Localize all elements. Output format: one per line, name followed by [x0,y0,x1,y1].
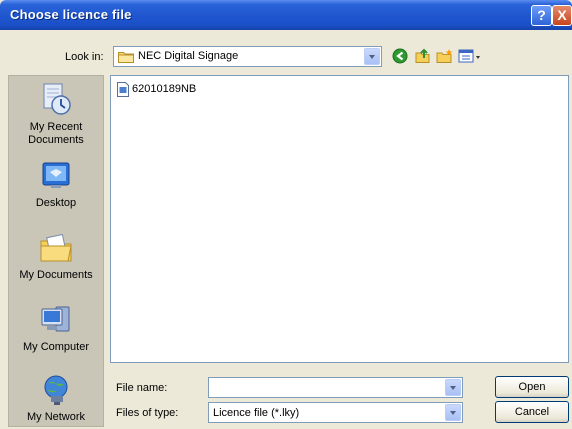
file-name-input[interactable] [208,377,463,398]
chevron-down-icon[interactable] [364,48,380,65]
view-menu-icon[interactable] [458,48,482,67]
place-label: My Documents [19,269,93,281]
files-of-type-label: Files of type: [116,407,179,419]
place-desktop[interactable]: Desktop [9,160,103,210]
desktop-icon [9,160,103,195]
folder-icon [118,51,134,66]
place-label: Desktop [35,197,77,209]
file-name: 62010189NB [132,83,197,95]
recent-documents-icon [9,82,103,119]
place-my-network[interactable]: My Network [9,374,103,424]
chevron-down-icon[interactable] [445,379,461,396]
document-icon [117,82,129,100]
file-list[interactable]: 62010189NB [110,75,569,363]
my-computer-icon [9,304,103,339]
new-folder-icon[interactable] [436,48,454,67]
my-network-icon [9,374,103,409]
back-icon[interactable] [392,48,408,67]
close-button[interactable]: X [552,5,572,26]
look-in-dropdown[interactable]: NEC Digital Signage [113,46,382,67]
up-folder-icon[interactable] [414,48,432,67]
place-label: My Recent Documents [28,121,84,146]
chevron-down-icon[interactable] [445,404,461,421]
window-title: Choose licence file [10,7,132,22]
cancel-button[interactable]: Cancel [495,401,569,423]
place-my-computer[interactable]: My Computer [9,304,103,354]
place-label: My Network [26,411,86,423]
file-name-label: File name: [116,382,168,394]
place-my-documents[interactable]: My Documents [9,232,103,282]
title-bar[interactable]: Choose licence file ? X [0,0,572,30]
look-in-label: Look in: [65,51,104,63]
places-bar: My Recent Documents Desktop My Documents [8,75,104,427]
open-button[interactable]: Open [495,376,569,398]
files-of-type-value: Licence file (*.lky) [213,407,300,419]
place-my-recent-documents[interactable]: My Recent Documents [9,82,103,147]
place-label: My Computer [22,341,90,353]
files-of-type-select[interactable]: Licence file (*.lky) [208,402,463,423]
help-button[interactable]: ? [531,5,552,26]
my-documents-icon [9,232,103,267]
look-in-value: NEC Digital Signage [138,50,239,62]
